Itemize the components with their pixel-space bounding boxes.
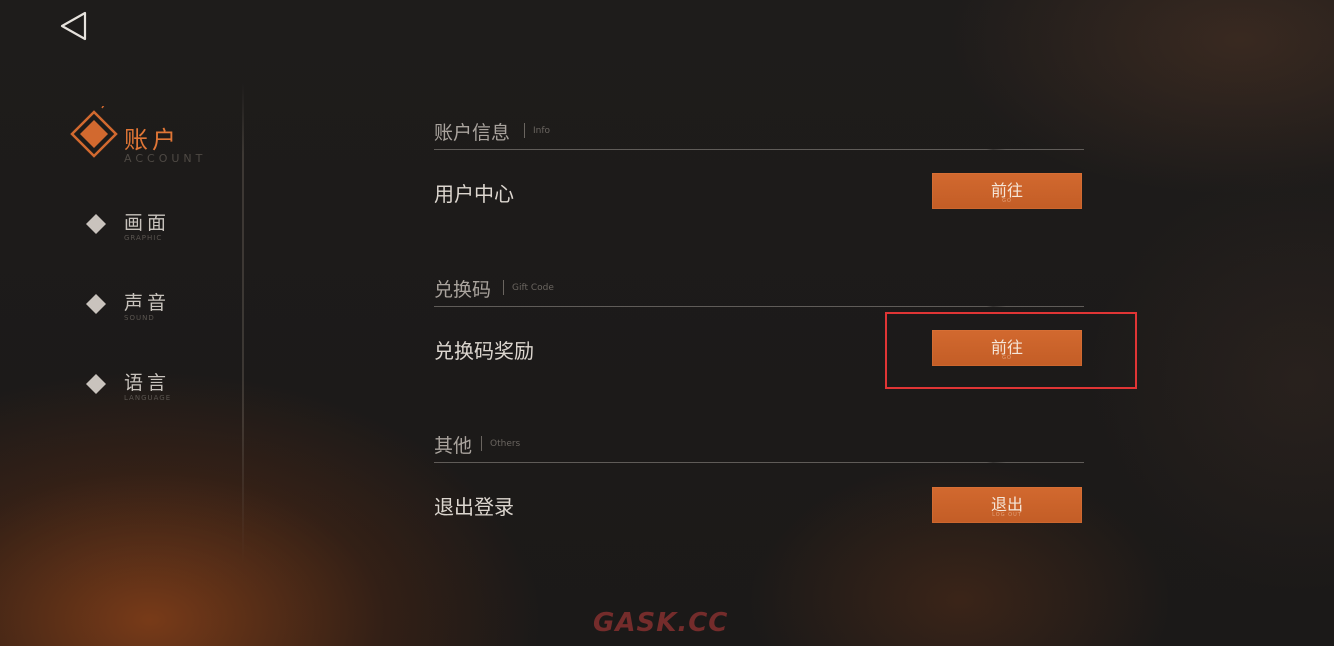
diamond-icon [86, 374, 106, 394]
section-header-gift-code: 兑换码 Gift Code [434, 275, 1084, 309]
section-subtitle: Others [490, 439, 521, 449]
back-button[interactable] [56, 8, 92, 44]
section-divider [434, 462, 1084, 463]
section-separator [481, 436, 482, 451]
section-divider [434, 306, 1084, 307]
sidebar-item-label: 画面 [124, 212, 171, 234]
diamond-icon [86, 294, 106, 314]
sidebar-item-label: 语言 [124, 372, 171, 394]
diamond-icon [86, 214, 106, 234]
button-sublabel: LOG OUT [992, 512, 1022, 518]
sidebar-item-sublabel: ACCOUNT [124, 152, 207, 165]
sidebar-item-language[interactable]: 语言 LANGUAGE [70, 362, 230, 422]
button-sublabel: GO [1002, 198, 1012, 204]
sidebar-item-sublabel: GRAPHIC [124, 234, 163, 242]
sidebar-item-sound[interactable]: 声音 SOUND [70, 282, 230, 342]
sidebar-item-sublabel: LANGUAGE [124, 394, 172, 402]
section-separator [503, 280, 504, 295]
section-divider [434, 149, 1084, 150]
sidebar-item-graphic[interactable]: 画面 GRAPHIC [70, 202, 230, 262]
sidebar-divider [242, 82, 244, 562]
watermark-text: GASK.CC [593, 608, 729, 638]
active-diamond-icon [70, 106, 118, 158]
user-center-go-button[interactable]: 前往 GO [932, 173, 1082, 209]
section-header-info: 账户信息 Info [434, 118, 1084, 152]
section-subtitle: Gift Code [512, 283, 554, 293]
row-label-logout: 退出登录 [434, 495, 514, 519]
section-title: 其他 [434, 435, 473, 457]
row-label-user-center: 用户中心 [434, 182, 514, 206]
sidebar-item-label: 声音 [124, 292, 171, 314]
sidebar-item-account[interactable]: 账户 ACCOUNT [70, 106, 230, 174]
section-header-others: 其他 Others [434, 431, 1084, 465]
red-highlight-box [885, 312, 1137, 389]
sidebar-item-sublabel: SOUND [124, 314, 155, 322]
section-title: 兑换码 [434, 279, 492, 301]
back-triangle-icon [60, 11, 87, 41]
section-subtitle: Info [533, 126, 551, 136]
settings-screen: 账户 ACCOUNT 画面 GRAPHIC 声音 SOUND 语言 LANGUA… [0, 0, 1334, 646]
logout-button[interactable]: 退出 LOG OUT [932, 487, 1082, 523]
row-label-gift-code-reward: 兑换码奖励 [434, 339, 534, 363]
section-separator [524, 123, 525, 138]
section-title: 账户信息 [434, 122, 511, 144]
sidebar-item-label: 账户 [124, 126, 180, 154]
